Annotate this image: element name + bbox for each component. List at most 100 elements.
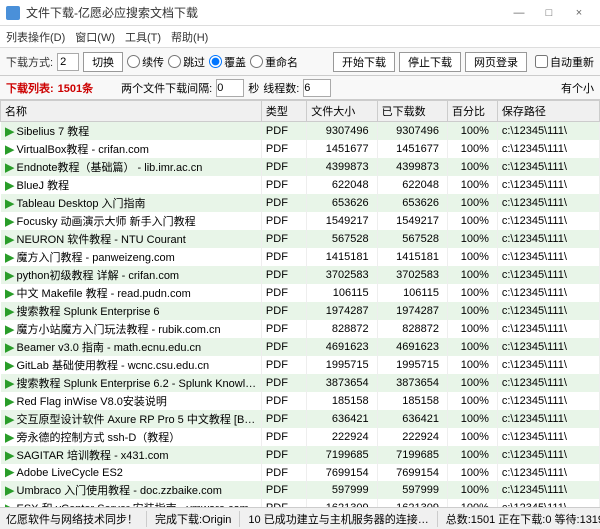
cell-path: c:\12345\111\ (497, 392, 599, 410)
interval-label: 两个文件下载间隔: (121, 80, 212, 96)
opt-overwrite[interactable]: 覆盖 (209, 54, 246, 70)
cell-path: c:\12345\111\ (497, 176, 599, 194)
cell-type: PDF (261, 374, 306, 392)
header-row: 名称 类型 文件大小 已下载数 百分比 保存路径 (1, 101, 600, 122)
col-percent[interactable]: 百分比 (447, 101, 497, 122)
table-row[interactable]: 交互原型设计软件 Axure RP Pro 5 中文教程 [By Hawking… (1, 410, 600, 428)
table-row[interactable]: 搜索教程 Splunk Enterprise 6.2 - Splunk Know… (1, 374, 600, 392)
table-row[interactable]: SAGITAR 培训教程 - x431.comPDF71996857199685… (1, 446, 600, 464)
status-connection: 10 已成功建立与主机服务器的连接… (248, 511, 437, 527)
cell-percent: 100% (447, 499, 497, 507)
status-slogan: 亿愿软件与网络技术同步！ (6, 511, 147, 527)
table-row[interactable]: 中文 Makefile 教程 - read.pudn.comPDF1061151… (1, 284, 600, 302)
download-mode-input[interactable] (57, 53, 79, 71)
start-download-button[interactable]: 开始下载 (333, 52, 395, 72)
cell-type: PDF (261, 176, 306, 194)
download-list-label: 下载列表: (6, 80, 54, 96)
cell-downloaded: 1974287 (377, 302, 447, 320)
play-icon (5, 253, 15, 263)
cell-type: PDF (261, 446, 306, 464)
cell-type: PDF (261, 140, 306, 158)
cell-downloaded: 222924 (377, 428, 447, 446)
cell-downloaded: 4399873 (377, 158, 447, 176)
table-row[interactable]: NEURON 软件教程 - NTU CourantPDF567528567528… (1, 230, 600, 248)
col-size[interactable]: 文件大小 (307, 101, 377, 122)
cell-size: 622048 (307, 176, 377, 194)
cell-path: c:\12345\111\ (497, 302, 599, 320)
cell-type: PDF (261, 230, 306, 248)
cell-percent: 100% (447, 446, 497, 464)
col-type[interactable]: 类型 (261, 101, 306, 122)
table-row[interactable]: VirtualBox教程 - crifan.comPDF145167714516… (1, 140, 600, 158)
table-row[interactable]: 旁永德的控制方式 ssh-D（教程）PDF222924222924100%c:\… (1, 428, 600, 446)
table-row[interactable]: Adobe LiveCycle ES2PDF76991547699154100%… (1, 464, 600, 481)
minimize-button[interactable]: — (504, 2, 534, 24)
cell-percent: 100% (447, 248, 497, 266)
play-icon (5, 379, 15, 389)
table-row[interactable]: Focusky 动画演示大师 新手入门教程PDF1549217154921710… (1, 212, 600, 230)
opt-rename[interactable]: 重命名 (250, 54, 298, 70)
switch-button[interactable]: 切换 (83, 52, 123, 72)
web-login-button[interactable]: 网页登录 (465, 52, 527, 72)
cell-percent: 100% (447, 464, 497, 481)
col-downloaded[interactable]: 已下载数 (377, 101, 447, 122)
table-row[interactable]: ESX 和 vCenter Server 安装指南 - vmware.comPD… (1, 499, 600, 507)
cell-percent: 100% (447, 212, 497, 230)
opt-skip[interactable]: 跳过 (168, 54, 205, 70)
cell-type: PDF (261, 158, 306, 176)
cell-percent: 100% (447, 230, 497, 248)
cell-percent: 100% (447, 266, 497, 284)
opt-resume[interactable]: 续传 (127, 54, 164, 70)
cell-type: PDF (261, 464, 306, 481)
status-counts: 总数:1501 正在下载:0 等待:1319 已下 (446, 511, 600, 527)
cell-downloaded: 1995715 (377, 356, 447, 374)
cell-size: 1621309 (307, 499, 377, 507)
cell-name: 魔方入门教程 - panweizeng.com (1, 248, 262, 266)
table-row[interactable]: 魔方入门教程 - panweizeng.comPDF14151811415181… (1, 248, 600, 266)
maximize-button[interactable]: □ (534, 2, 564, 24)
stop-download-button[interactable]: 停止下载 (399, 52, 461, 72)
cell-size: 7699154 (307, 464, 377, 481)
cell-type: PDF (261, 481, 306, 499)
cell-name: 搜索教程 Splunk Enterprise 6 (1, 302, 262, 320)
menu-tools[interactable]: 工具(T) (125, 29, 161, 45)
threads-input[interactable] (303, 79, 331, 97)
cell-percent: 100% (447, 410, 497, 428)
cell-name: 魔方小站魔方入门玩法教程 - rubik.com.cn (1, 320, 262, 338)
play-icon (5, 397, 15, 407)
table-row[interactable]: Tableau Desktop 入门指南PDF653626653626100%c… (1, 194, 600, 212)
cell-downloaded: 106115 (377, 284, 447, 302)
table-row[interactable]: BlueJ 教程PDF622048622048100%c:\12345\111\ (1, 176, 600, 194)
cell-size: 4691623 (307, 338, 377, 356)
cell-percent: 100% (447, 481, 497, 499)
table-row[interactable]: Sibelius 7 教程PDF93074969307496100%c:\123… (1, 122, 600, 141)
table-row[interactable]: 魔方小站魔方入门玩法教程 - rubik.com.cnPDF8288728288… (1, 320, 600, 338)
close-button[interactable]: × (564, 2, 594, 24)
menu-list-ops[interactable]: 列表操作(D) (6, 29, 65, 45)
table-row[interactable]: Beamer v3.0 指南 - math.ecnu.edu.cnPDF4691… (1, 338, 600, 356)
play-icon (5, 163, 15, 173)
table-row[interactable]: 搜索教程 Splunk Enterprise 6PDF1974287197428… (1, 302, 600, 320)
col-path[interactable]: 保存路径 (497, 101, 599, 122)
cell-downloaded: 636421 (377, 410, 447, 428)
cell-path: c:\12345\111\ (497, 499, 599, 507)
table-row[interactable]: Umbraco 入门使用教程 - doc.zzbaike.comPDF59799… (1, 481, 600, 499)
auto-retry-checkbox[interactable]: 自动重新 (531, 54, 594, 70)
col-name[interactable]: 名称 (1, 101, 262, 122)
cell-type: PDF (261, 338, 306, 356)
download-grid[interactable]: 名称 类型 文件大小 已下载数 百分比 保存路径 Sibelius 7 教程PD… (0, 100, 600, 507)
interval-input[interactable] (216, 79, 244, 97)
cell-name: python初级教程 详解 - crifan.com (1, 266, 262, 284)
app-icon (6, 6, 20, 20)
table-row[interactable]: Red Flag inWise V8.0安装说明PDF1851581851581… (1, 392, 600, 410)
menu-help[interactable]: 帮助(H) (171, 29, 208, 45)
cell-downloaded: 4691623 (377, 338, 447, 356)
table-row[interactable]: Endnote教程（基础篇） - lib.imr.ac.cnPDF4399873… (1, 158, 600, 176)
table-row[interactable]: python初级教程 详解 - crifan.comPDF37025833702… (1, 266, 600, 284)
cell-type: PDF (261, 392, 306, 410)
table-row[interactable]: GitLab 基础使用教程 - wcnc.csu.edu.cnPDF199571… (1, 356, 600, 374)
menu-window[interactable]: 窗口(W) (75, 29, 115, 45)
cell-type: PDF (261, 284, 306, 302)
cell-type: PDF (261, 194, 306, 212)
cell-downloaded: 3702583 (377, 266, 447, 284)
